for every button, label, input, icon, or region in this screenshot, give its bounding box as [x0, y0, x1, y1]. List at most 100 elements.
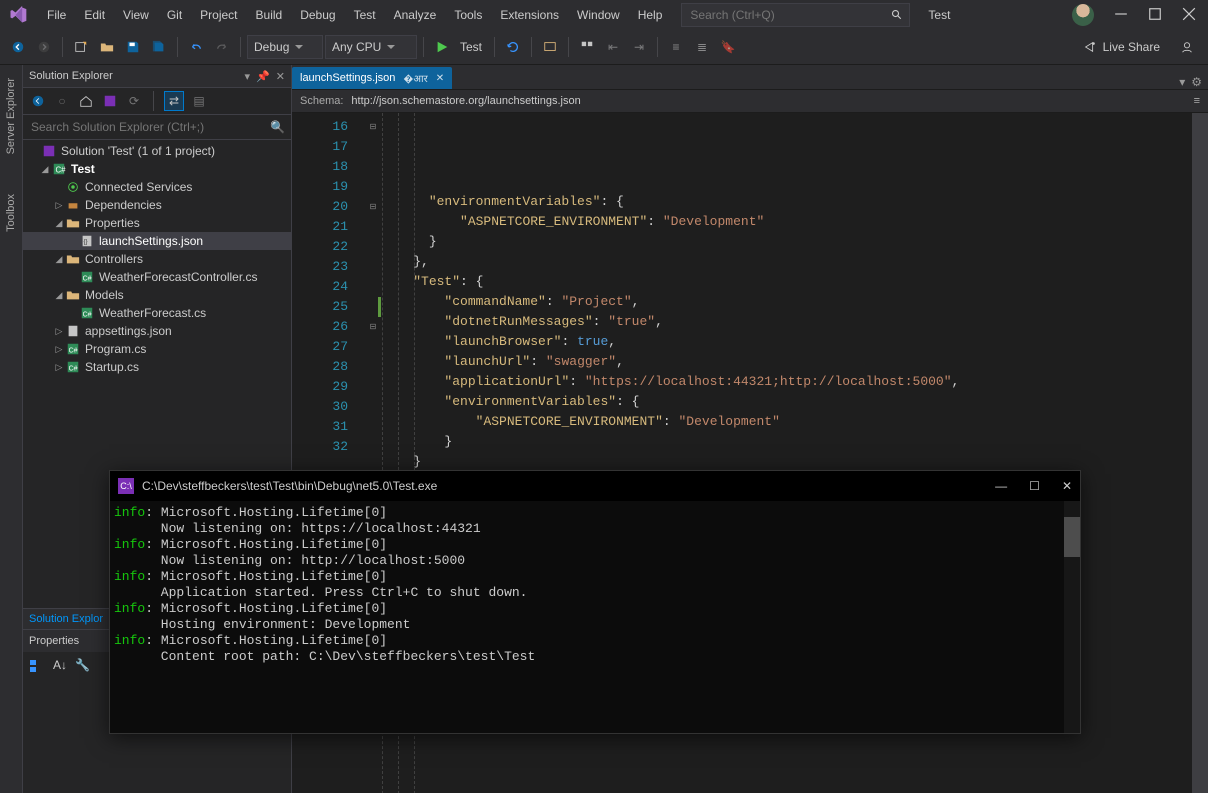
svg-text:C#: C# — [83, 276, 92, 283]
svg-text:C#: C# — [83, 312, 92, 319]
menu-project[interactable]: Project — [191, 3, 246, 27]
properties-node[interactable]: Properties — [85, 216, 140, 230]
console-body[interactable]: info: Microsoft.Hosting.Lifetime[0] Now … — [110, 501, 1080, 733]
left-rail: Server Explorer Toolbox — [0, 65, 23, 793]
solution-root[interactable]: Solution 'Test' (1 of 1 project) — [61, 144, 215, 158]
console-scrollbar[interactable] — [1064, 501, 1080, 733]
back-icon[interactable] — [29, 92, 47, 110]
console-minimize-button[interactable]: — — [995, 479, 1007, 493]
controllers-node[interactable]: Controllers — [85, 252, 143, 266]
cs-icon: C# — [79, 269, 95, 285]
maximize-button[interactable] — [1148, 7, 1162, 24]
editor-scrollbar[interactable] — [1192, 113, 1208, 793]
forward-icon[interactable]: ○ — [53, 92, 71, 110]
title-bar: FileEditViewGitProjectBuildDebugTestAnal… — [0, 0, 1208, 30]
uncomment-icon[interactable]: ≣ — [690, 35, 714, 59]
platform-select[interactable]: Any CPU — [325, 35, 417, 59]
save-all-button[interactable] — [147, 35, 171, 59]
server-explorer-tab[interactable]: Server Explorer — [2, 71, 20, 161]
live-share-button[interactable]: Live Share — [1083, 40, 1202, 54]
solution-search-input[interactable] — [29, 119, 270, 135]
editor-tab-active[interactable]: launchSettings.json �आर ✕ — [292, 67, 452, 89]
console-titlebar[interactable]: C:\ C:\Dev\steffbeckers\test\Test\bin\De… — [110, 471, 1080, 501]
console-window: C:\ C:\Dev\steffbeckers\test\Test\bin\De… — [109, 470, 1081, 734]
title-search-input[interactable] — [688, 7, 891, 23]
feedback-icon[interactable] — [1180, 40, 1194, 54]
gear-icon[interactable]: ⚙ — [1191, 75, 1202, 89]
browser-link-button[interactable] — [538, 35, 562, 59]
back-button[interactable] — [6, 35, 30, 59]
folder-icon — [65, 287, 81, 303]
console-close-button[interactable]: ✕ — [1062, 479, 1072, 493]
wrench-icon[interactable]: 🔧 — [75, 658, 90, 788]
new-project-button[interactable] — [69, 35, 93, 59]
menu-extensions[interactable]: Extensions — [491, 3, 568, 27]
svg-text:{}: {} — [84, 239, 88, 246]
dependencies-icon — [65, 197, 81, 213]
solution-explorer-search[interactable]: 🔍 — [23, 115, 291, 140]
split-icon[interactable]: ≡ — [1194, 95, 1200, 107]
open-button[interactable] — [95, 35, 119, 59]
vs-logo-icon — [8, 5, 28, 25]
start-label[interactable]: Test — [460, 40, 482, 54]
user-avatar[interactable] — [1072, 4, 1094, 26]
solution-explorer-toolbar: ○ ⟳ ⇄ ▤ — [23, 88, 291, 115]
menu-tools[interactable]: Tools — [445, 3, 491, 27]
startup-node[interactable]: Startup.cs — [85, 360, 139, 374]
config-select[interactable]: Debug — [247, 35, 323, 59]
pin-icon[interactable]: 📌 — [256, 70, 270, 83]
models-node[interactable]: Models — [85, 288, 124, 302]
menu-file[interactable]: File — [38, 3, 75, 27]
close-button[interactable] — [1182, 7, 1196, 24]
schema-value[interactable]: http://json.schemastore.org/launchsettin… — [351, 95, 580, 107]
menu-test[interactable]: Test — [345, 3, 385, 27]
indent-less-icon[interactable]: ⇤ — [601, 35, 625, 59]
cs-icon: C# — [79, 305, 95, 321]
menu-window[interactable]: Window — [568, 3, 629, 27]
menu-analyze[interactable]: Analyze — [385, 3, 446, 27]
forward-button[interactable] — [32, 35, 56, 59]
cs-icon: C# — [65, 341, 81, 357]
minimize-button[interactable] — [1114, 7, 1128, 24]
wfc-node[interactable]: WeatherForecastController.cs — [99, 270, 258, 284]
categorize-icon[interactable] — [29, 658, 45, 788]
home-icon[interactable] — [77, 92, 95, 110]
menu-view[interactable]: View — [114, 3, 158, 27]
sync-icon[interactable] — [101, 92, 119, 110]
json-icon — [65, 323, 81, 339]
title-search[interactable] — [681, 3, 910, 27]
pin-icon[interactable]: �आर — [403, 71, 427, 85]
project-node[interactable]: Test — [71, 162, 95, 176]
menu-help[interactable]: Help — [629, 3, 672, 27]
close-icon[interactable]: ✕ — [276, 70, 285, 83]
indent-more-icon[interactable]: ⇥ — [627, 35, 651, 59]
connected-services-node[interactable]: Connected Services — [85, 180, 192, 194]
svg-text:C#: C# — [69, 348, 78, 355]
undo-button[interactable] — [184, 35, 208, 59]
save-button[interactable] — [121, 35, 145, 59]
main-toolbar: Debug Any CPU Test ⇤ ⇥ ≡ ≣ 🔖 Live Share — [0, 30, 1208, 65]
dependencies-node[interactable]: Dependencies — [85, 198, 162, 212]
redo-button[interactable] — [210, 35, 234, 59]
solution-explorer-header: Solution Explorer ▾ 📌 ✕ — [23, 65, 291, 88]
menu-debug[interactable]: Debug — [291, 3, 344, 27]
dropdown-icon[interactable]: ▾ — [245, 70, 251, 83]
bookmark-icon[interactable]: 🔖 — [716, 35, 740, 59]
comment-icon[interactable]: ≡ — [664, 35, 688, 59]
console-maximize-button[interactable]: ☐ — [1029, 479, 1040, 493]
menu-git[interactable]: Git — [158, 3, 191, 27]
tab-dropdown-icon[interactable]: ▾ — [1179, 75, 1185, 89]
wf-node[interactable]: WeatherForecast.cs — [99, 306, 206, 320]
switch-views-icon[interactable]: ⇄ — [164, 91, 184, 111]
program-node[interactable]: Program.cs — [85, 342, 146, 356]
toolbox-tab[interactable]: Toolbox — [2, 187, 20, 239]
launchsettings-node[interactable]: launchSettings.json — [99, 234, 203, 248]
svg-text:C#: C# — [69, 366, 78, 373]
menu-edit[interactable]: Edit — [75, 3, 114, 27]
close-tab-icon[interactable]: ✕ — [436, 73, 444, 84]
menu-build[interactable]: Build — [247, 3, 292, 27]
alpha-sort-icon[interactable]: A↓ — [53, 658, 67, 788]
refresh-button[interactable] — [501, 35, 525, 59]
start-button[interactable] — [430, 35, 454, 59]
toolbox-icon[interactable] — [575, 35, 599, 59]
